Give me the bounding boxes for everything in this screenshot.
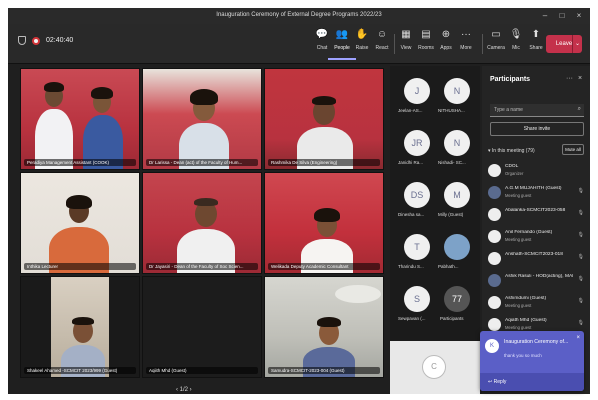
meeting-timer: 02:40:40 [46,37,74,44]
avatar[interactable]: J [404,78,430,104]
self-avatar: C [422,355,446,379]
title-bar: Inauguration Ceremony of External Degree… [8,8,590,24]
window-title: Inauguration Ceremony of External Degree… [216,12,382,18]
leave-button[interactable]: Leave ⌄ [546,35,582,53]
video-grid: Peradiya Management Assistant (COOK) Dr … [16,66,390,393]
self-view: C [390,341,480,394]
mic-off-icon: 🎙 [577,276,584,282]
avatar [488,318,501,331]
chat-notification[interactable]: K Inauguration Ceremony of... thank you … [480,331,584,391]
avatar [488,230,501,243]
avatar [488,164,501,177]
avatar [488,296,501,309]
participant-name: Shakeel Ahamed -SCMCIT 2023/999 (Guest) [24,367,136,374]
participant-row[interactable]: Anshath-SCMCIT2023-018 🎙 [488,250,586,270]
avatar: K [485,339,499,353]
maximize-button[interactable]: □ [555,10,569,22]
participant-row[interactable]: A.G.M MUJAHITH (Guest) Meeting guest 🎙 [488,184,586,204]
avatar[interactable]: JR [404,130,430,156]
minimize-button[interactable]: – [538,10,552,22]
avatar-name: Janidhi Ra... [398,160,424,165]
meeting-toolbar: 02:40:40 💬 Chat 👥 People ✋ Raise ☺ React… [8,24,590,64]
close-window-button[interactable]: × [572,10,586,22]
mic-off-icon: 🎙 [577,210,584,216]
share-invite-button[interactable]: Share invite [490,122,584,136]
avatar-name: NITHUSHA... [438,108,465,113]
video-tile[interactable]: Samudra-SCMCIT-2023-004 (Guest) [264,276,384,378]
avatar-name: Tharindu S... [398,264,424,269]
notification-message: thank you so much [504,353,542,358]
leave-label: Leave [555,41,573,47]
avatar-name: Participants [440,316,464,321]
panel-title: Participants [490,76,531,83]
recording-icon [32,36,40,45]
participant-name: Inthika Lecturer [24,263,136,270]
participant-name: Rashmika De Silva (Engineering) [268,159,380,166]
shield-icon [18,36,26,45]
more-participants-badge[interactable]: 77 [444,286,470,312]
avatar-name: Pabhath... [438,264,459,269]
search-input[interactable]: Type a name ⌕ [490,104,584,117]
close-icon[interactable]: × [576,335,580,341]
more-icon: ··· [461,29,471,40]
share-invite-label: Share invite [523,126,551,132]
mic-off-icon: 🎙 [577,254,584,260]
more-options-icon[interactable]: ··· [566,75,573,82]
video-tile[interactable]: Peradiya Management Assistant (COOK) [20,68,140,170]
notification-title: Inauguration Ceremony of... [504,339,569,345]
avatar[interactable]: S [404,286,430,312]
avatar-name: Milly (Guest) [438,212,464,217]
participant-row[interactable]: Abalanka-SCMCIT2023-058 🎙 [488,206,586,226]
gallery-pager[interactable]: ‹ 1/2 › [176,387,192,393]
avatar [488,274,501,287]
avatar-name: Dinesha sa... [398,212,425,217]
avatar[interactable]: T [404,234,430,260]
search-icon: ⌕ [577,106,581,112]
close-icon[interactable]: × [578,75,582,82]
participant-name: Dr Larissa - Dean (act) of the Faculty o… [146,159,258,166]
participant-row[interactable]: CDOL Organizer [488,162,586,182]
video-tile[interactable]: Dr Larissa - Dean (act) of the Faculty o… [142,68,262,170]
mute-all-button[interactable]: Mute all [562,144,584,155]
participant-name: Peradiya Management Assistant (COOK) [24,159,136,166]
participant-name: Dr Jayasiri - Dean of the Faculty of Soc… [146,263,258,270]
video-tile[interactable]: Dr Jayasiri - Dean of the Faculty of Soc… [142,172,262,274]
avatar[interactable]: N [444,78,470,104]
in-meeting-header[interactable]: ▾ In this meeting (79) [488,148,535,154]
video-tile[interactable]: Rashmika De Silva (Engineering) [264,68,384,170]
mic-off-icon: 🎙 [577,188,584,194]
video-tile[interactable]: Shakeel Ahamed -SCMCIT 2023/999 (Guest) [20,276,140,378]
avatar [488,186,501,199]
avatar[interactable]: M [444,182,470,208]
mic-off-icon: 🎙 [577,320,584,326]
meeting-status: 02:40:40 [18,36,73,45]
avatar [488,252,501,265]
mic-off-icon: 🎙 [577,232,584,238]
participant-name: Aqiith Mhd (Guest) [146,367,258,374]
participant-name: Samudra-SCMCIT-2023-004 (Guest) [268,367,380,374]
chevron-down-icon[interactable]: ⌄ [572,35,582,53]
participant-row[interactable]: Ashimdumi (Guest) Meeting guest 🎙 [488,294,586,314]
participant-row[interactable]: Ashik Rasuli - HOD(acting), MAI (... 🎙 [488,272,586,292]
avatar [488,208,501,221]
video-tile[interactable]: Aqiith Mhd (Guest) [142,276,262,378]
more-button[interactable]: ··· More [452,28,480,60]
avatar[interactable]: N [444,130,470,156]
video-tile[interactable]: Welikada Deputy Academic Consultant [264,172,384,274]
avatar-photo[interactable] [444,234,470,260]
avatar[interactable]: DS [404,182,430,208]
avatar-name: Sewpavan (... [398,316,426,321]
avatar-name: Jeelan-AS... [398,108,423,113]
mic-off-icon: 🎙 [577,298,584,304]
participant-row[interactable]: Anil Fernando (Guest) Meeting guest 🎙 [488,228,586,248]
video-tile[interactable]: Inthika Lecturer [20,172,140,274]
reply-button[interactable]: ↩ Reply [480,373,584,391]
participant-avatar-strip: J Jeelan-AS... N NITHUSHA... JR Janidhi … [390,66,480,394]
avatar-name: Nishadi- SC... [438,160,466,165]
participant-name: Welikada Deputy Academic Consultant [268,263,380,270]
